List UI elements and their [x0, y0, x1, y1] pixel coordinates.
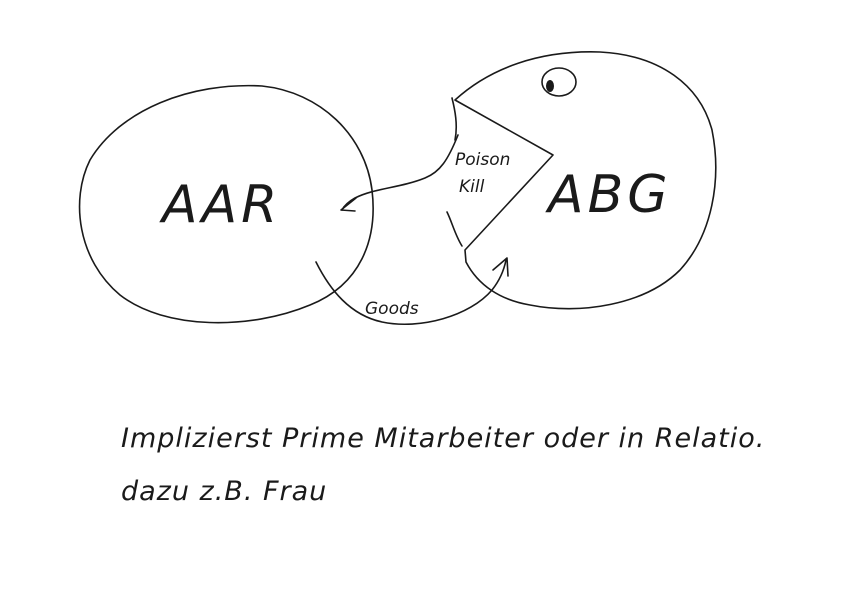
poison-kill-arrowhead — [340, 197, 357, 212]
whiteboard-canvas: AAR ABG Poison Kill Goods Implizierst Pr… — [78, 51, 765, 507]
note-line-2: dazu z.B. Frau — [121, 476, 327, 507]
note-line-1: Implizierst Prime Mitarbeiter oder in Re… — [121, 423, 765, 454]
abg-upper-lip — [451, 97, 458, 141]
abg-pupil — [546, 80, 554, 92]
poison-label: Poison — [455, 150, 510, 170]
poison-kill-arrow — [341, 134, 459, 211]
abg-label: ABG — [545, 165, 672, 225]
abg-lower-lip — [446, 211, 463, 247]
kill-label: Kill — [459, 177, 485, 197]
aar-label: AAR — [159, 175, 281, 235]
goods-label: Goods — [365, 299, 419, 319]
